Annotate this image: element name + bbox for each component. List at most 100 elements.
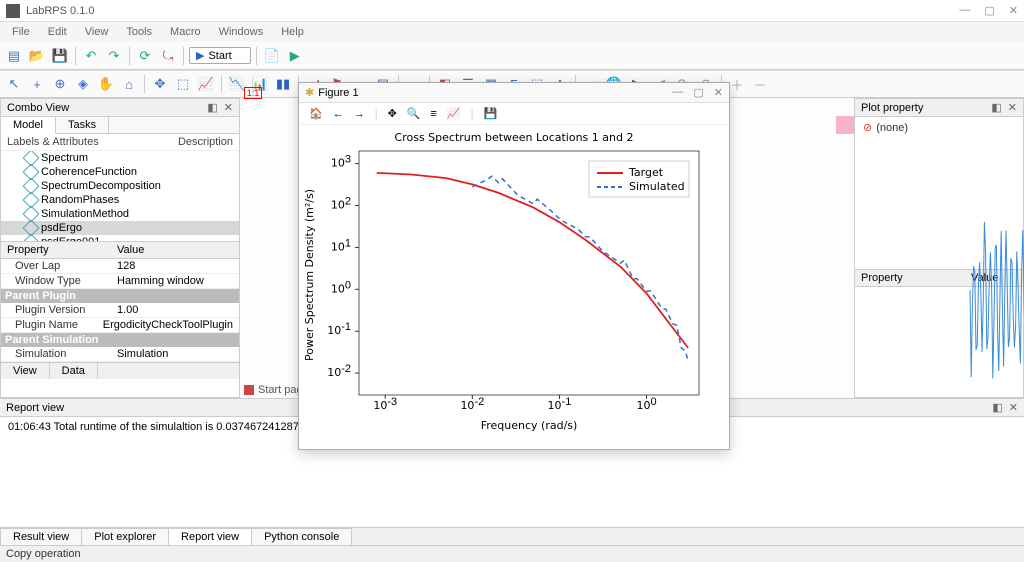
tree-item[interactable]: psdErgo	[1, 221, 239, 235]
fig-max-icon[interactable]: ▢	[693, 86, 703, 99]
mpl-back-icon[interactable]: ←	[333, 108, 344, 120]
play-icon[interactable]: ▶	[285, 46, 305, 66]
menu-tools[interactable]: Tools	[118, 24, 160, 40]
combo-title: Combo View ◧✕	[1, 99, 239, 117]
close-panel-icon[interactable]: ✕	[224, 101, 233, 114]
svg-text:Power Spectrum Density (m²/s): Power Spectrum Density (m²/s)	[303, 189, 316, 361]
subtab-data[interactable]: Data	[50, 363, 98, 379]
tree-item[interactable]: Spectrum	[1, 151, 239, 165]
svg-text:Cross Spectrum between Locatio: Cross Spectrum between Locations 1 and 2	[395, 131, 634, 144]
menu-help[interactable]: Help	[273, 24, 312, 40]
svg-text:10-2: 10-2	[327, 363, 351, 379]
float-icon[interactable]: ◧	[991, 101, 1001, 114]
tree[interactable]: SpectrumCoherenceFunctionSpectrumDecompo…	[1, 151, 239, 241]
prop-row[interactable]: SimulationSimulation	[1, 347, 239, 362]
menu-view[interactable]: View	[77, 24, 117, 40]
startpage-icon	[244, 385, 254, 395]
fig-min-icon[interactable]: —	[672, 86, 683, 99]
app-icon	[6, 4, 20, 18]
bars-icon[interactable]: ▮▮	[273, 74, 293, 94]
fig-close-icon[interactable]: ✕	[714, 86, 723, 99]
mpl-pan-icon[interactable]: ✥	[388, 107, 397, 120]
tree-item[interactable]: SimulationMethod	[1, 207, 239, 221]
svg-text:10-2: 10-2	[460, 396, 484, 412]
workbench-select[interactable]: ▶ Start	[189, 47, 251, 64]
menu-edit[interactable]: Edit	[40, 24, 75, 40]
diamond-icon[interactable]: ◈	[73, 74, 93, 94]
close-panel-icon[interactable]: ✕	[1008, 101, 1017, 114]
mpl-fwd-icon[interactable]: →	[354, 108, 365, 120]
svg-text:Target: Target	[628, 166, 664, 179]
prop-row[interactable]: Plugin Version1.00	[1, 303, 239, 318]
minimize-button[interactable]: —	[959, 4, 970, 17]
new-icon[interactable]: ▤	[4, 46, 24, 66]
chart-svg: Cross Spectrum between Locations 1 and 2…	[299, 125, 729, 441]
svg-text:10-1: 10-1	[548, 396, 572, 412]
svg-text:10-1: 10-1	[327, 321, 351, 337]
bottom-tab[interactable]: Result view	[0, 528, 82, 545]
hand-icon[interactable]: ✋	[96, 74, 116, 94]
prop-row[interactable]: Window TypeHamming window	[1, 274, 239, 289]
tab-tasks[interactable]: Tasks	[56, 117, 109, 133]
minus-icon[interactable]: －	[750, 74, 770, 94]
svg-text:Simulated: Simulated	[629, 180, 685, 193]
bottom-tab[interactable]: Python console	[251, 528, 352, 545]
target-icon[interactable]: ⊕	[50, 74, 70, 94]
pink-corner	[836, 116, 854, 134]
redo-icon[interactable]: ↷	[104, 46, 124, 66]
menu-windows[interactable]: Windows	[211, 24, 272, 40]
bottom-tab[interactable]: Plot explorer	[81, 528, 169, 545]
chart1-icon[interactable]: 📈	[196, 74, 216, 94]
home-icon[interactable]: ⌂	[119, 74, 139, 94]
tree-item[interactable]: SpectrumDecomposition	[1, 179, 239, 193]
bottom-tab[interactable]: Report view	[168, 528, 252, 545]
undo-icon[interactable]: ↶	[81, 46, 101, 66]
ratio-box: 1:1	[244, 87, 262, 99]
mpl-home-icon[interactable]: 🏠	[309, 107, 323, 120]
subtab-view[interactable]: View	[1, 363, 50, 379]
notebook-icon[interactable]: 📄	[262, 46, 282, 66]
menu-file[interactable]: File	[4, 24, 38, 40]
menu-macro[interactable]: Macro	[162, 24, 209, 40]
zoom-icon[interactable]: ⬚	[173, 74, 193, 94]
figure-toolbar: 🏠 ← → | ✥ 🔍 ≡ 📈 | 💾	[299, 103, 729, 125]
svg-text:100: 100	[636, 396, 656, 412]
mpl-save-icon[interactable]: 💾	[483, 107, 497, 120]
move-icon[interactable]: ✥	[150, 74, 170, 94]
add-icon[interactable]: ＋	[727, 74, 747, 94]
svg-text:101: 101	[331, 237, 351, 253]
prop-row[interactable]: Plugin NameErgodicityCheckToolPlugin	[1, 318, 239, 333]
svg-text:Frequency (rad/s): Frequency (rad/s)	[481, 419, 578, 432]
refresh-icon[interactable]: ⟳	[135, 46, 155, 66]
link-icon[interactable]: ⤿	[158, 46, 178, 66]
maximize-button[interactable]: ▢	[984, 4, 994, 17]
svg-text:103: 103	[331, 154, 351, 170]
cursor-icon[interactable]: ↖	[4, 74, 24, 94]
prop-row[interactable]: Over Lap128	[1, 259, 239, 274]
svg-text:100: 100	[331, 279, 351, 295]
mpl-edit-icon[interactable]: 📈	[447, 107, 461, 120]
bottom-tabs: Result viewPlot explorerReport viewPytho…	[0, 527, 1024, 545]
tab-model[interactable]: Model	[1, 117, 56, 134]
figure-window[interactable]: ✱ Figure 1 — ▢ ✕ 🏠 ← → | ✥ 🔍 ≡ 📈 | 💾 Cro…	[298, 82, 730, 450]
plus-icon[interactable]: +	[27, 74, 47, 94]
svg-text:102: 102	[331, 196, 351, 212]
close-button[interactable]: ✕	[1009, 4, 1018, 17]
save-icon[interactable]: 💾	[50, 46, 70, 66]
toolbar-main: ▤ 📂 💾 ↶ ↷ ⟳ ⤿ ▶ Start 📄 ▶	[0, 42, 1024, 70]
tree-item[interactable]: RandomPhases	[1, 193, 239, 207]
mpl-zoom-icon[interactable]: 🔍	[407, 107, 421, 120]
statusbar: Copy operation	[0, 545, 1024, 562]
app-title: LabRPS 0.1.0	[26, 5, 95, 17]
figure-title: Figure 1	[318, 87, 358, 99]
menubar: FileEditViewToolsMacroWindowsHelp	[0, 22, 1024, 42]
figure-icon: ✱	[305, 86, 314, 99]
combo-view-panel: Combo View ◧✕ ModelTasks Labels & Attrib…	[0, 98, 240, 398]
float-icon[interactable]: ◧	[207, 101, 217, 114]
plot-none: (none)	[855, 117, 1023, 138]
mpl-subplot-icon[interactable]: ≡	[430, 108, 436, 120]
combo-tabs: ModelTasks	[1, 117, 239, 134]
open-icon[interactable]: 📂	[27, 46, 47, 66]
svg-text:10-3: 10-3	[373, 396, 397, 412]
tree-item[interactable]: CoherenceFunction	[1, 165, 239, 179]
